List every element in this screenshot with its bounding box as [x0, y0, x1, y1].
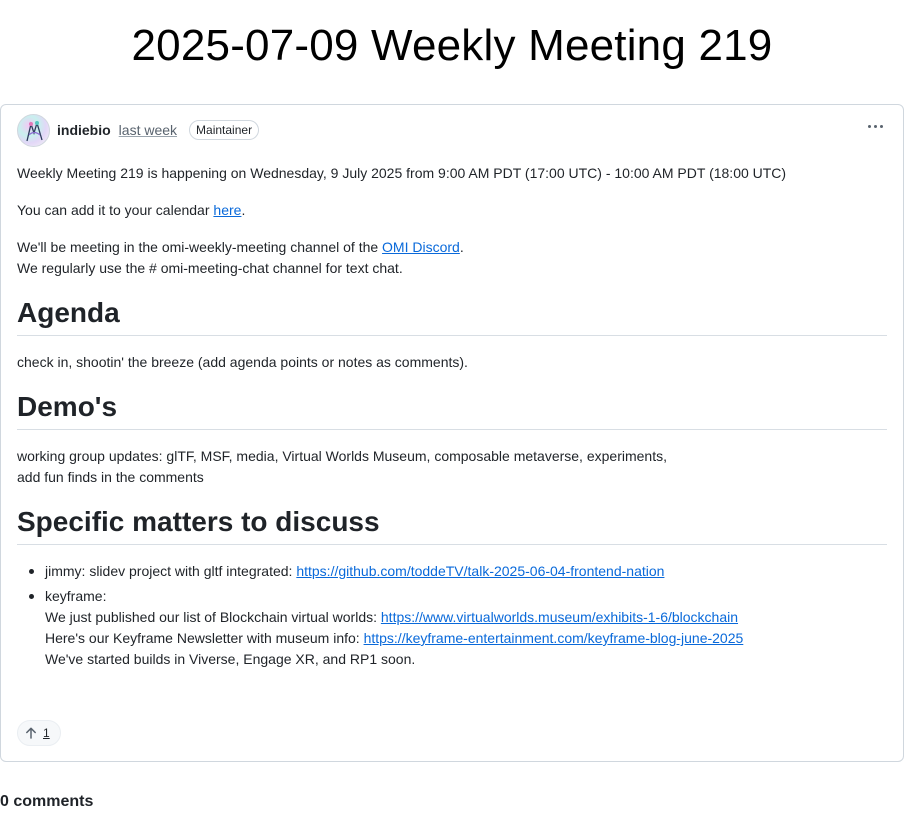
upvote-count: 1	[43, 726, 50, 740]
demos-line-1: working group updates: glTF, MSF, media,…	[17, 448, 667, 464]
demos-heading: Demo's	[17, 389, 887, 430]
discussion-post: indiebio last week Maintainer Weekly Mee…	[0, 104, 904, 762]
item1-prefix: jimmy: slidev project with gltf integrat…	[45, 563, 297, 579]
matters-list: jimmy: slidev project with gltf integrat…	[17, 561, 887, 670]
demos-line-2: add fun finds in the comments	[17, 469, 204, 485]
item2-line1-prefix: We just published our list of Blockchain…	[45, 609, 381, 625]
post-body: Weekly Meeting 219 is happening on Wedne…	[17, 163, 887, 674]
post-timestamp[interactable]: last week	[119, 122, 177, 138]
matters-heading: Specific matters to discuss	[17, 504, 887, 545]
comments-count: 0 comments	[0, 793, 94, 810]
keyframe-blog-link[interactable]: https://keyframe-entertainment.com/keyfr…	[364, 630, 744, 646]
discord-prefix: We'll be meeting in the omi-weekly-meeti…	[17, 239, 383, 255]
calendar-paragraph: You can add it to your calendar here.	[17, 200, 887, 221]
chat-line: We regularly use the # omi-meeting-chat …	[17, 260, 403, 276]
author-name[interactable]: indiebio	[57, 122, 111, 138]
item2-label: keyframe:	[45, 588, 107, 604]
list-item: jimmy: slidev project with gltf integrat…	[29, 561, 887, 582]
author-avatar[interactable]	[17, 113, 50, 147]
discord-paragraph: We'll be meeting in the omi-weekly-meeti…	[17, 237, 887, 279]
discord-suffix: .	[459, 239, 464, 255]
blockchain-exhibit-link[interactable]: https://www.virtualworlds.museum/exhibit…	[381, 609, 738, 625]
maintainer-badge: Maintainer	[189, 120, 260, 140]
item2-line3: We've started builds in Viverse, Engage …	[45, 651, 416, 667]
calendar-link[interactable]: here	[213, 202, 241, 218]
avatar-image	[26, 120, 43, 141]
arrow-up-icon	[26, 727, 36, 739]
page-title: 2025-07-09 Weekly Meeting 219	[131, 21, 773, 70]
post-header: indiebio last week Maintainer	[17, 113, 887, 147]
calendar-prefix: You can add it to your calendar	[17, 202, 214, 218]
intro-paragraph: Weekly Meeting 219 is happening on Wedne…	[17, 165, 787, 181]
item2-line2-prefix: Here's our Keyframe Newsletter with muse…	[45, 630, 364, 646]
discord-link[interactable]: OMI Discord	[382, 239, 460, 255]
list-item: keyframe: We just published our list of …	[29, 586, 887, 670]
agenda-text: check in, shootin' the breeze (add agend…	[17, 354, 468, 370]
demos-paragraph: working group updates: glTF, MSF, media,…	[17, 446, 887, 488]
agenda-heading: Agenda	[17, 295, 887, 336]
talk-repo-link[interactable]: https://github.com/toddeTV/talk-2025-06-…	[296, 563, 664, 579]
calendar-suffix: .	[241, 202, 246, 218]
upvote-button[interactable]: 1	[17, 720, 61, 746]
kebab-icon[interactable]	[863, 119, 887, 133]
